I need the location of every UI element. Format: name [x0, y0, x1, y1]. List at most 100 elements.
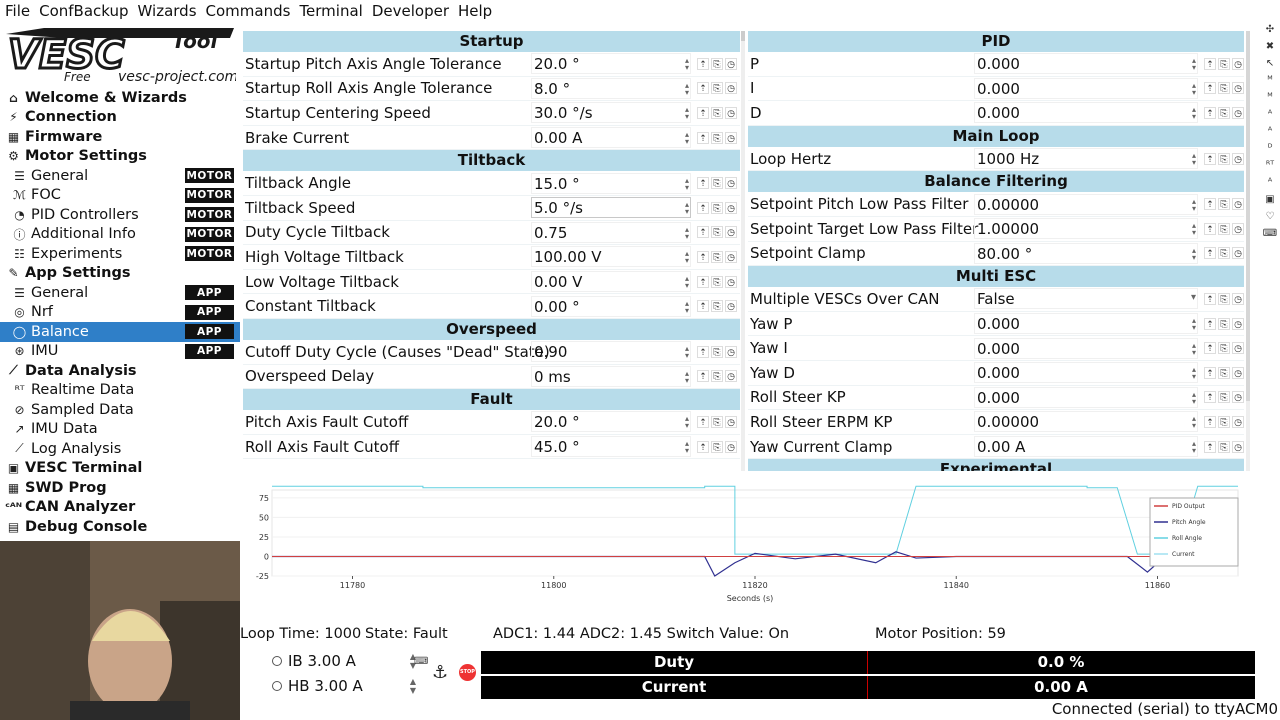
sidebar-item-app-settings[interactable]: ✎ App Settings [0, 264, 240, 284]
help-param-icon[interactable]: ◷ [725, 57, 737, 70]
sidebar-item-debug-console[interactable]: ▤ Debug Console [0, 517, 240, 537]
spinner-icon[interactable]: ▴ ▾ [685, 201, 689, 216]
param-value-field[interactable]: 0.00 A ▴ ▾ [531, 127, 691, 149]
spinner-icon[interactable]: ▴ ▾ [685, 57, 689, 72]
param-value-field[interactable]: 45.0 ° ▴ ▾ [531, 436, 691, 458]
default-param-icon[interactable]: ⎘ [1218, 152, 1230, 165]
sidebar-item-can-analyzer[interactable]: ᶜᴬᴺ CAN Analyzer [0, 498, 240, 518]
menu-help[interactable]: Help [453, 2, 496, 20]
default-param-icon[interactable]: ⎘ [711, 106, 723, 119]
spinner-icon[interactable]: ▴ ▾ [685, 250, 689, 265]
default-param-icon[interactable]: ⎘ [711, 57, 723, 70]
spinner-icon[interactable]: ▴ ▾ [1192, 390, 1196, 405]
help-param-icon[interactable]: ◷ [725, 226, 737, 239]
spinner-icon[interactable]: ▴ ▾ [1192, 222, 1196, 237]
sidebar-item-general[interactable]: ☰ General APP [0, 283, 240, 303]
help-param-icon[interactable]: ◷ [1232, 342, 1244, 355]
spinner-icon[interactable]: ▴ ▾ [1192, 197, 1196, 212]
param-value-field[interactable]: 0.90 ▴ ▾ [531, 341, 691, 363]
read-param-icon[interactable]: ⇡ [697, 250, 709, 263]
app-rt-icon[interactable]: ᴬ [1268, 177, 1272, 188]
help-param-icon[interactable]: ◷ [1232, 415, 1244, 428]
param-value-field[interactable]: 0.000 ▴ ▾ [974, 362, 1198, 384]
help-param-icon[interactable]: ◷ [725, 82, 737, 95]
param-value-field[interactable]: 100.00 V ▴ ▾ [531, 246, 691, 268]
default-param-icon[interactable]: ⎘ [711, 440, 723, 453]
default-param-icon[interactable]: ⎘ [711, 370, 723, 383]
help-param-icon[interactable]: ◷ [725, 275, 737, 288]
sidebar-item-realtime-data[interactable]: ᴿᵀ Realtime Data [0, 381, 240, 401]
anchor-icon[interactable]: ⚓ [432, 662, 448, 683]
sidebar-item-additional-info[interactable]: ⓘ Additional Info MOTOR [0, 225, 240, 245]
default-param-icon[interactable]: ⎘ [711, 177, 723, 190]
help-param-icon[interactable]: ◷ [1232, 366, 1244, 379]
sidebar-item-welcome-wizards[interactable]: ⌂ Welcome & Wizards [0, 88, 240, 108]
read-param-icon[interactable]: ⇡ [1204, 292, 1216, 305]
param-value-field[interactable]: 0.000 ▴ ▾ [974, 337, 1198, 359]
spinner-icon[interactable]: ▴ ▾ [685, 131, 689, 146]
sidebar-item-nrf[interactable]: ◎ Nrf APP [0, 303, 240, 323]
spinner-icon[interactable]: ▴ ▾ [685, 440, 689, 455]
menu-wizards[interactable]: Wizards [133, 2, 201, 20]
read-param-icon[interactable]: ⇡ [1204, 198, 1216, 211]
read-param-icon[interactable]: ⇡ [1204, 222, 1216, 235]
help-param-icon[interactable]: ◷ [725, 440, 737, 453]
default-icon[interactable]: ᴰ [1268, 143, 1273, 154]
spinner-icon[interactable]: ▴ ▾ [1192, 317, 1196, 332]
menu-terminal[interactable]: Terminal [294, 2, 366, 20]
help-param-icon[interactable]: ◷ [1232, 152, 1244, 165]
help-param-icon[interactable]: ◷ [725, 415, 737, 428]
sidebar-item-general[interactable]: ☰ General MOTOR [0, 166, 240, 186]
sidebar-item-vesc-terminal[interactable]: ▣ VESC Terminal [0, 459, 240, 479]
param-value-field[interactable]: 0.00 A ▴ ▾ [974, 436, 1198, 458]
spinner-icon[interactable]: ▴ ▾ [685, 106, 689, 121]
help-param-icon[interactable]: ◷ [1232, 82, 1244, 95]
default-param-icon[interactable]: ⎘ [711, 201, 723, 214]
default-param-icon[interactable]: ⎘ [1218, 106, 1230, 119]
help-param-icon[interactable]: ◷ [1232, 222, 1244, 235]
spinner-icon[interactable]: ▴ ▾ [1192, 152, 1196, 167]
read-param-icon[interactable]: ⇡ [1204, 391, 1216, 404]
keyboard-icon[interactable]: ⌨ [1263, 228, 1277, 239]
param-value-field[interactable]: 0.000 ▴ ▾ [974, 77, 1198, 99]
help-param-icon[interactable]: ◷ [725, 300, 737, 313]
default-param-icon[interactable]: ⎘ [711, 131, 723, 144]
spinner-icon[interactable]: ▴ ▾ [685, 299, 689, 314]
read-param-icon[interactable]: ⇡ [697, 440, 709, 453]
stop-icon[interactable]: STOP [459, 664, 476, 681]
read-param-icon[interactable]: ⇡ [1204, 415, 1216, 428]
param-value-field[interactable]: 0.000 ▴ ▾ [974, 313, 1198, 335]
spinner-icon[interactable]: ▴ ▾ [1192, 106, 1196, 121]
read-conf-icon[interactable]: ᴹ [1267, 75, 1272, 86]
sidebar-item-imu[interactable]: ⊛ IMU APP [0, 342, 240, 362]
param-value-field[interactable]: 0 ms ▴ ▾ [531, 365, 691, 387]
help-param-icon[interactable]: ◷ [725, 250, 737, 263]
help-param-icon[interactable]: ◷ [725, 106, 737, 119]
param-value-field[interactable]: 0.000 ▴ ▾ [974, 102, 1198, 124]
param-dropdown[interactable]: False ▾ [974, 288, 1198, 310]
param-value-field[interactable]: 0.00 V ▴ ▾ [531, 271, 691, 293]
default-param-icon[interactable]: ⎘ [1218, 317, 1230, 330]
spinner-icon[interactable]: ▴ ▾ [685, 415, 689, 430]
spinner-icon[interactable]: ▴ ▾ [1192, 366, 1196, 381]
spinner-icon[interactable]: ▴ ▾ [1192, 246, 1196, 261]
param-value-field[interactable]: 1000 Hz ▴ ▾ [974, 148, 1198, 170]
read-param-icon[interactable]: ⇡ [697, 370, 709, 383]
spinner-icon[interactable]: ▴ ▾ [685, 275, 689, 290]
default-param-icon[interactable]: ⎘ [711, 226, 723, 239]
spinner-icon[interactable]: ▴ ▾ [1192, 81, 1196, 96]
spinner-icon[interactable]: ▴ ▾ [685, 176, 689, 191]
arrow-icon[interactable]: ↖ [1266, 58, 1274, 69]
help-param-icon[interactable]: ◷ [725, 177, 737, 190]
sidebar-item-foc[interactable]: ℳ FOC MOTOR [0, 186, 240, 206]
default-param-icon[interactable]: ⎘ [1218, 440, 1230, 453]
param-value-field[interactable]: 20.0 ° ▴ ▾ [531, 53, 691, 75]
default-param-icon[interactable]: ⎘ [711, 345, 723, 358]
right-panel-scroll-thumb[interactable] [1246, 31, 1250, 401]
help-param-icon[interactable]: ◷ [1232, 317, 1244, 330]
left-panel-scroll-thumb[interactable] [741, 31, 745, 41]
ib-control[interactable]: IB 3.00 A ▲ ▼ [240, 649, 416, 672]
write-conf-icon[interactable]: ᴹ [1267, 92, 1272, 103]
sidebar-item-sampled-data[interactable]: ⊘ Sampled Data [0, 400, 240, 420]
help-param-icon[interactable]: ◷ [1232, 440, 1244, 453]
